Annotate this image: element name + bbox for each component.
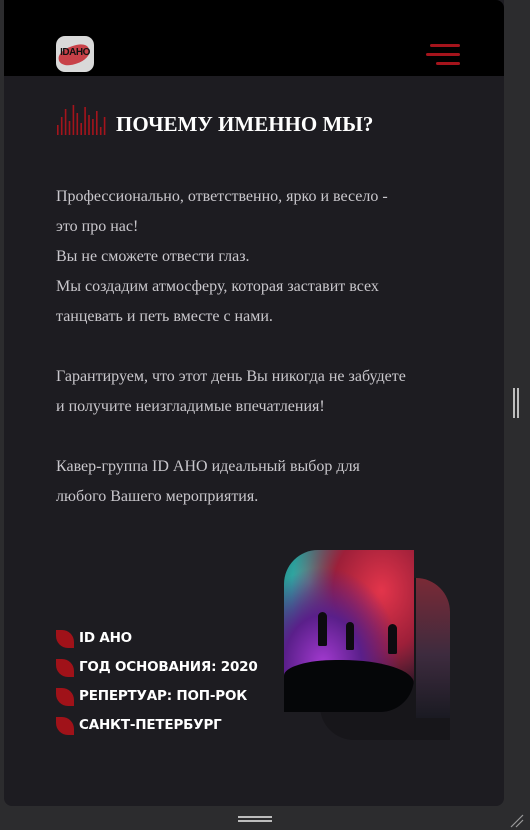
page-viewport: IDАНО ПОЧЕМУ ИМЕННО МЫ? Профессионально,… bbox=[4, 0, 504, 806]
fact-text: ГОД ОСНОВАНИЯ: 2020 bbox=[79, 659, 258, 675]
photo-backdrop-tint bbox=[416, 578, 450, 718]
corner-resize-grip-icon[interactable] bbox=[508, 812, 524, 828]
intro-paragraph: Профессионально, ответственно, ярко и ве… bbox=[56, 182, 456, 332]
equalizer-bar bbox=[76, 113, 79, 135]
leaf-bullet-icon bbox=[56, 688, 74, 706]
fact-item: РЕПЕРТУАР: ПОП-РОК bbox=[56, 684, 286, 713]
section-title: ПОЧЕМУ ИМЕННО МЫ? bbox=[116, 112, 374, 136]
paragraph-line: Гарантируем, что этот день Вы никогда не… bbox=[56, 368, 406, 385]
hamburger-menu-icon[interactable] bbox=[426, 44, 460, 68]
paragraph-line: любого Вашего мероприятия. bbox=[56, 488, 259, 505]
equalizer-bar bbox=[84, 107, 86, 135]
fact-text: РЕПЕРТУАР: ПОП-РОК bbox=[79, 688, 248, 704]
paragraph-line: Профессионально, ответственно, ярко и ве… bbox=[56, 188, 388, 205]
equalizer-bar bbox=[68, 121, 71, 135]
fact-item: ID АНО bbox=[56, 626, 286, 655]
equalizer-bar bbox=[96, 111, 98, 135]
vertical-resize-handle[interactable] bbox=[513, 388, 519, 418]
paragraph-line: это про нас! bbox=[56, 218, 139, 235]
leaf-bullet-icon bbox=[56, 630, 74, 648]
paragraph-line: Кавер-группа ID АНО идеальный выбор для bbox=[56, 458, 360, 475]
performer-figure bbox=[318, 612, 327, 646]
concert-photo-group bbox=[284, 550, 454, 745]
facts-list: ID АНО ГОД ОСНОВАНИЯ: 2020 РЕПЕРТУАР: ПО… bbox=[56, 626, 286, 742]
site-logo[interactable]: IDАНО bbox=[56, 36, 94, 72]
section-header: ПОЧЕМУ ИМЕННО МЫ? bbox=[56, 104, 486, 138]
fact-text: ID АНО bbox=[79, 630, 132, 646]
equalizer-bar bbox=[60, 117, 63, 135]
leaf-bullet-icon bbox=[56, 717, 74, 735]
crowd-silhouette bbox=[284, 660, 414, 712]
paragraph-line: и получите неизгладимые впечатления! bbox=[56, 398, 325, 415]
performer-figure bbox=[346, 622, 354, 650]
paragraph-line: Мы создадим атмосферу, которая заставит … bbox=[56, 278, 379, 295]
equalizer-bar bbox=[99, 127, 102, 135]
horizontal-resize-handle[interactable] bbox=[238, 816, 272, 824]
site-header: IDАНО bbox=[4, 0, 504, 76]
equalizer-bar bbox=[72, 105, 75, 135]
equalizer-bar bbox=[88, 115, 90, 135]
fact-text: САНКТ-ПЕТЕРБУРГ bbox=[79, 717, 222, 733]
equalizer-bars-icon bbox=[57, 105, 106, 135]
band-paragraph: Кавер-группа ID АНО идеальный выбор для … bbox=[56, 452, 456, 512]
equalizer-bar bbox=[92, 119, 94, 135]
fact-item: ГОД ОСНОВАНИЯ: 2020 bbox=[56, 655, 286, 684]
guarantee-paragraph: Гарантируем, что этот день Вы никогда не… bbox=[56, 362, 456, 422]
logo-text: IDАНО bbox=[60, 47, 90, 58]
paragraph-line: танцевать и петь вместе с нами. bbox=[56, 308, 273, 325]
equalizer-bar bbox=[103, 117, 106, 135]
paragraph-line: Вы не сможете отвести глаз. bbox=[56, 248, 250, 265]
performer-figure bbox=[388, 624, 397, 654]
leaf-bullet-icon bbox=[56, 659, 74, 677]
concert-stage-photo bbox=[284, 550, 414, 712]
equalizer-bar bbox=[57, 125, 59, 135]
fact-item: САНКТ-ПЕТЕРБУРГ bbox=[56, 713, 286, 742]
equalizer-bar bbox=[80, 123, 82, 135]
equalizer-bar bbox=[64, 109, 67, 135]
